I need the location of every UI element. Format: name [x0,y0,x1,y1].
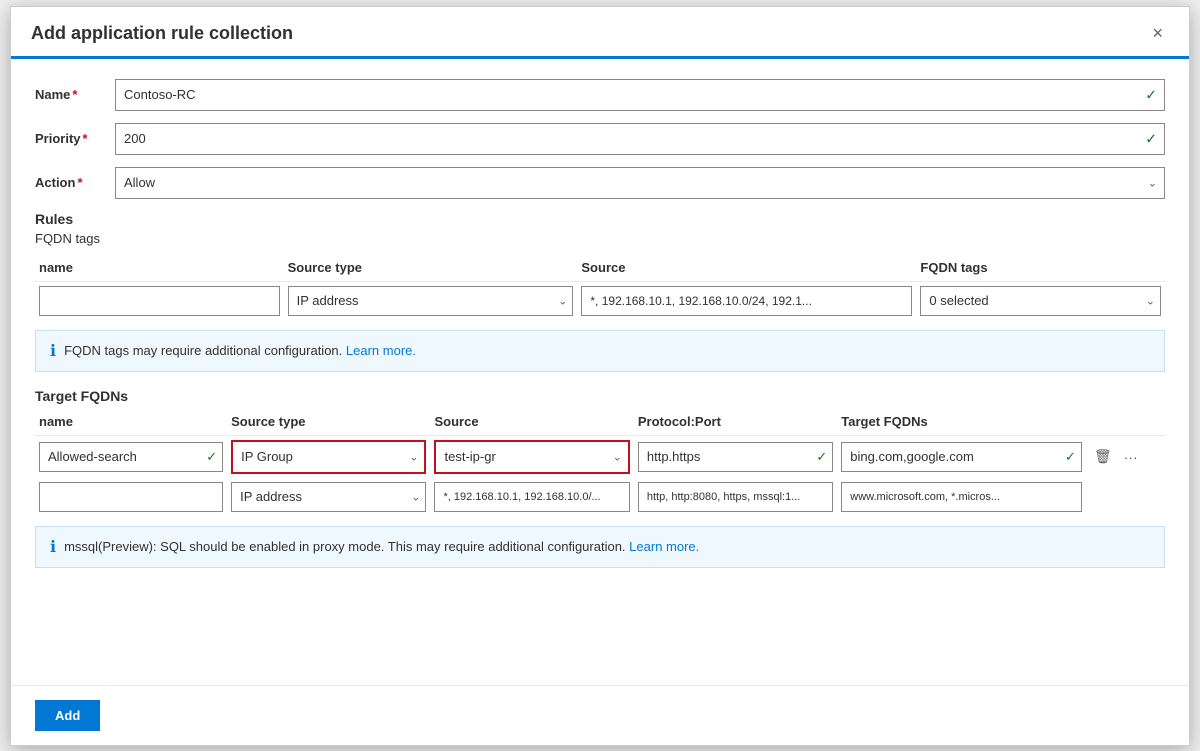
target-row2-source-type-select[interactable]: IP address IP Group [231,482,426,512]
target-row2-actions-cell [1086,478,1165,516]
target-row1-name-wrapper: ✓ [39,442,223,472]
rules-section: Rules FQDN tags name Source type Source … [35,211,1165,372]
fqdn-tags-row: IP address IP Group ⌄ *, 192.168.10.1, 1… [35,281,1165,320]
target-row2-protocol-cell: http, http:8080, https, mssql:1... [634,478,837,516]
target-header-row: name Source type Source Protocol:Port Ta… [35,408,1165,436]
fqdn-tags-select[interactable]: 0 selected [920,286,1161,316]
fqdn-name-input[interactable] [39,286,280,316]
priority-input-wrapper: ✓ [115,123,1165,155]
priority-row: Priority * ✓ [35,123,1165,155]
target-fqdns-section: Target FQDNs name Source type Source Pro… [35,388,1165,568]
fqdn-col-source: Source [577,254,916,282]
target-row2-fqdns-cell: www.microsoft.com, *.micros... [837,478,1086,516]
fqdn-source-type-cell: IP address IP Group ⌄ [284,281,578,320]
priority-required: * [83,131,88,146]
target-row1-source-select[interactable]: test-ip-gr [436,442,627,472]
mssql-info-box: ℹ mssql(Preview): SQL should be enabled … [35,526,1165,568]
mssql-info-text: mssql(Preview): SQL should be enabled in… [64,539,699,554]
fqdn-info-box: ℹ FQDN tags may require additional confi… [35,330,1165,372]
add-button[interactable]: Add [35,700,100,731]
target-col-source-type: Source type [227,408,430,436]
target-row1-source-type-cell: IP Group IP address ⌄ [227,435,430,478]
fqdn-source-type-wrapper: IP address IP Group ⌄ [288,286,574,316]
mssql-info-icon: ℹ [50,537,56,557]
action-required: * [77,175,82,190]
target-row2-source-type-cell: IP address IP Group ⌄ [227,478,430,516]
target-row2-source-text: *, 192.168.10.1, 192.168.10.0/... [434,482,629,512]
target-row1-name-check: ✓ [206,449,217,465]
target-row2-source-cell: *, 192.168.10.1, 192.168.10.0/... [430,478,633,516]
fqdn-tags-cell: 0 selected ⌄ [916,281,1165,320]
modal-header: Add application rule collection × [11,7,1189,59]
name-required: * [72,87,77,102]
mssql-learn-more-link[interactable]: Learn more. [629,539,699,554]
target-row1-protocol-input[interactable] [638,442,833,472]
target-col-target-fqdns: Target FQDNs [837,408,1086,436]
priority-input[interactable] [115,123,1165,155]
target-row1-fqdns-cell: ✓ [837,435,1086,478]
name-row: Name * ✓ [35,79,1165,111]
target-row1-name-cell: ✓ [35,435,227,478]
target-row1-source-cell: test-ip-gr ⌄ [430,435,633,478]
name-input-wrapper: ✓ [115,79,1165,111]
target-row2-fqdns-text: www.microsoft.com, *.micros... [841,482,1082,512]
fqdn-name-cell [35,281,284,320]
fqdn-tags-table: name Source type Source FQDN tags [35,254,1165,320]
name-input[interactable] [115,79,1165,111]
fqdn-info-text: FQDN tags may require additional configu… [64,343,416,358]
fqdn-source-cell: *, 192.168.10.1, 192.168.10.0/24, 192.1.… [577,281,916,320]
priority-label: Priority * [35,131,115,146]
modal-body: Name * ✓ Priority * ✓ Action * [11,59,1189,685]
target-row1-fqdns-check: ✓ [1065,449,1076,465]
target-row1-source-type-select[interactable]: IP Group IP address [233,442,424,472]
name-check-icon: ✓ [1145,86,1157,103]
fqdn-col-source-type: Source type [284,254,578,282]
target-row1-name-input[interactable] [39,442,223,472]
fqdn-tags-header-row: name Source type Source FQDN tags [35,254,1165,282]
target-row1-actions: 🗑 ··· [1090,446,1161,467]
target-row2-name-cell [35,478,227,516]
target-row1-protocol-wrapper: ✓ [638,442,833,472]
modal-footer: Add [11,685,1189,745]
name-label: Name * [35,87,115,102]
target-row2-source-type-wrapper: IP address IP Group ⌄ [231,482,426,512]
target-row1-source-wrapper: test-ip-gr ⌄ [434,440,629,474]
add-rule-collection-modal: Add application rule collection × Name *… [10,6,1190,746]
target-row1-fqdns-input[interactable] [841,442,1082,472]
target-row1-actions-cell: 🗑 ··· [1086,435,1165,478]
target-row2-name-input[interactable] [39,482,223,512]
action-label: Action * [35,175,115,190]
target-fqdns-table: name Source type Source Protocol:Port Ta… [35,408,1165,516]
fqdn-tags-select-wrapper: 0 selected ⌄ [920,286,1161,316]
target-row1-source-type-wrapper: IP Group IP address ⌄ [231,440,426,474]
priority-check-icon: ✓ [1145,130,1157,147]
target-fqdns-title: Target FQDNs [35,388,1165,404]
fqdn-source-type-select[interactable]: IP address IP Group [288,286,574,316]
fqdn-col-tags: FQDN tags [916,254,1165,282]
target-col-source: Source [430,408,633,436]
target-col-actions [1086,408,1165,436]
action-row: Action * Allow Deny ⌄ [35,167,1165,199]
action-select[interactable]: Allow Deny [115,167,1165,199]
rules-title: Rules [35,211,1165,227]
target-row2-protocol-text: http, http:8080, https, mssql:1... [638,482,833,512]
modal-title: Add application rule collection [31,23,293,44]
target-col-protocol: Protocol:Port [634,408,837,436]
target-row1-protocol-cell: ✓ [634,435,837,478]
target-row1-delete-button[interactable]: 🗑 [1090,446,1116,467]
target-row-2: IP address IP Group ⌄ *, 192.168.10.1, 1… [35,478,1165,516]
target-row1-protocol-check: ✓ [816,449,827,465]
fqdn-learn-more-link[interactable]: Learn more. [346,343,416,358]
action-select-wrapper: Allow Deny ⌄ [115,167,1165,199]
target-row-1: ✓ IP Group IP address ⌄ [35,435,1165,478]
target-row1-fqdns-wrapper: ✓ [841,442,1082,472]
fqdn-source-text[interactable]: *, 192.168.10.1, 192.168.10.0/24, 192.1.… [581,286,912,316]
target-col-name: name [35,408,227,436]
target-row1-more-button[interactable]: ··· [1120,447,1142,467]
fqdn-col-name: name [35,254,284,282]
fqdn-info-icon: ℹ [50,341,56,361]
fqdn-tags-subtitle: FQDN tags [35,231,1165,246]
close-button[interactable]: × [1146,21,1169,46]
